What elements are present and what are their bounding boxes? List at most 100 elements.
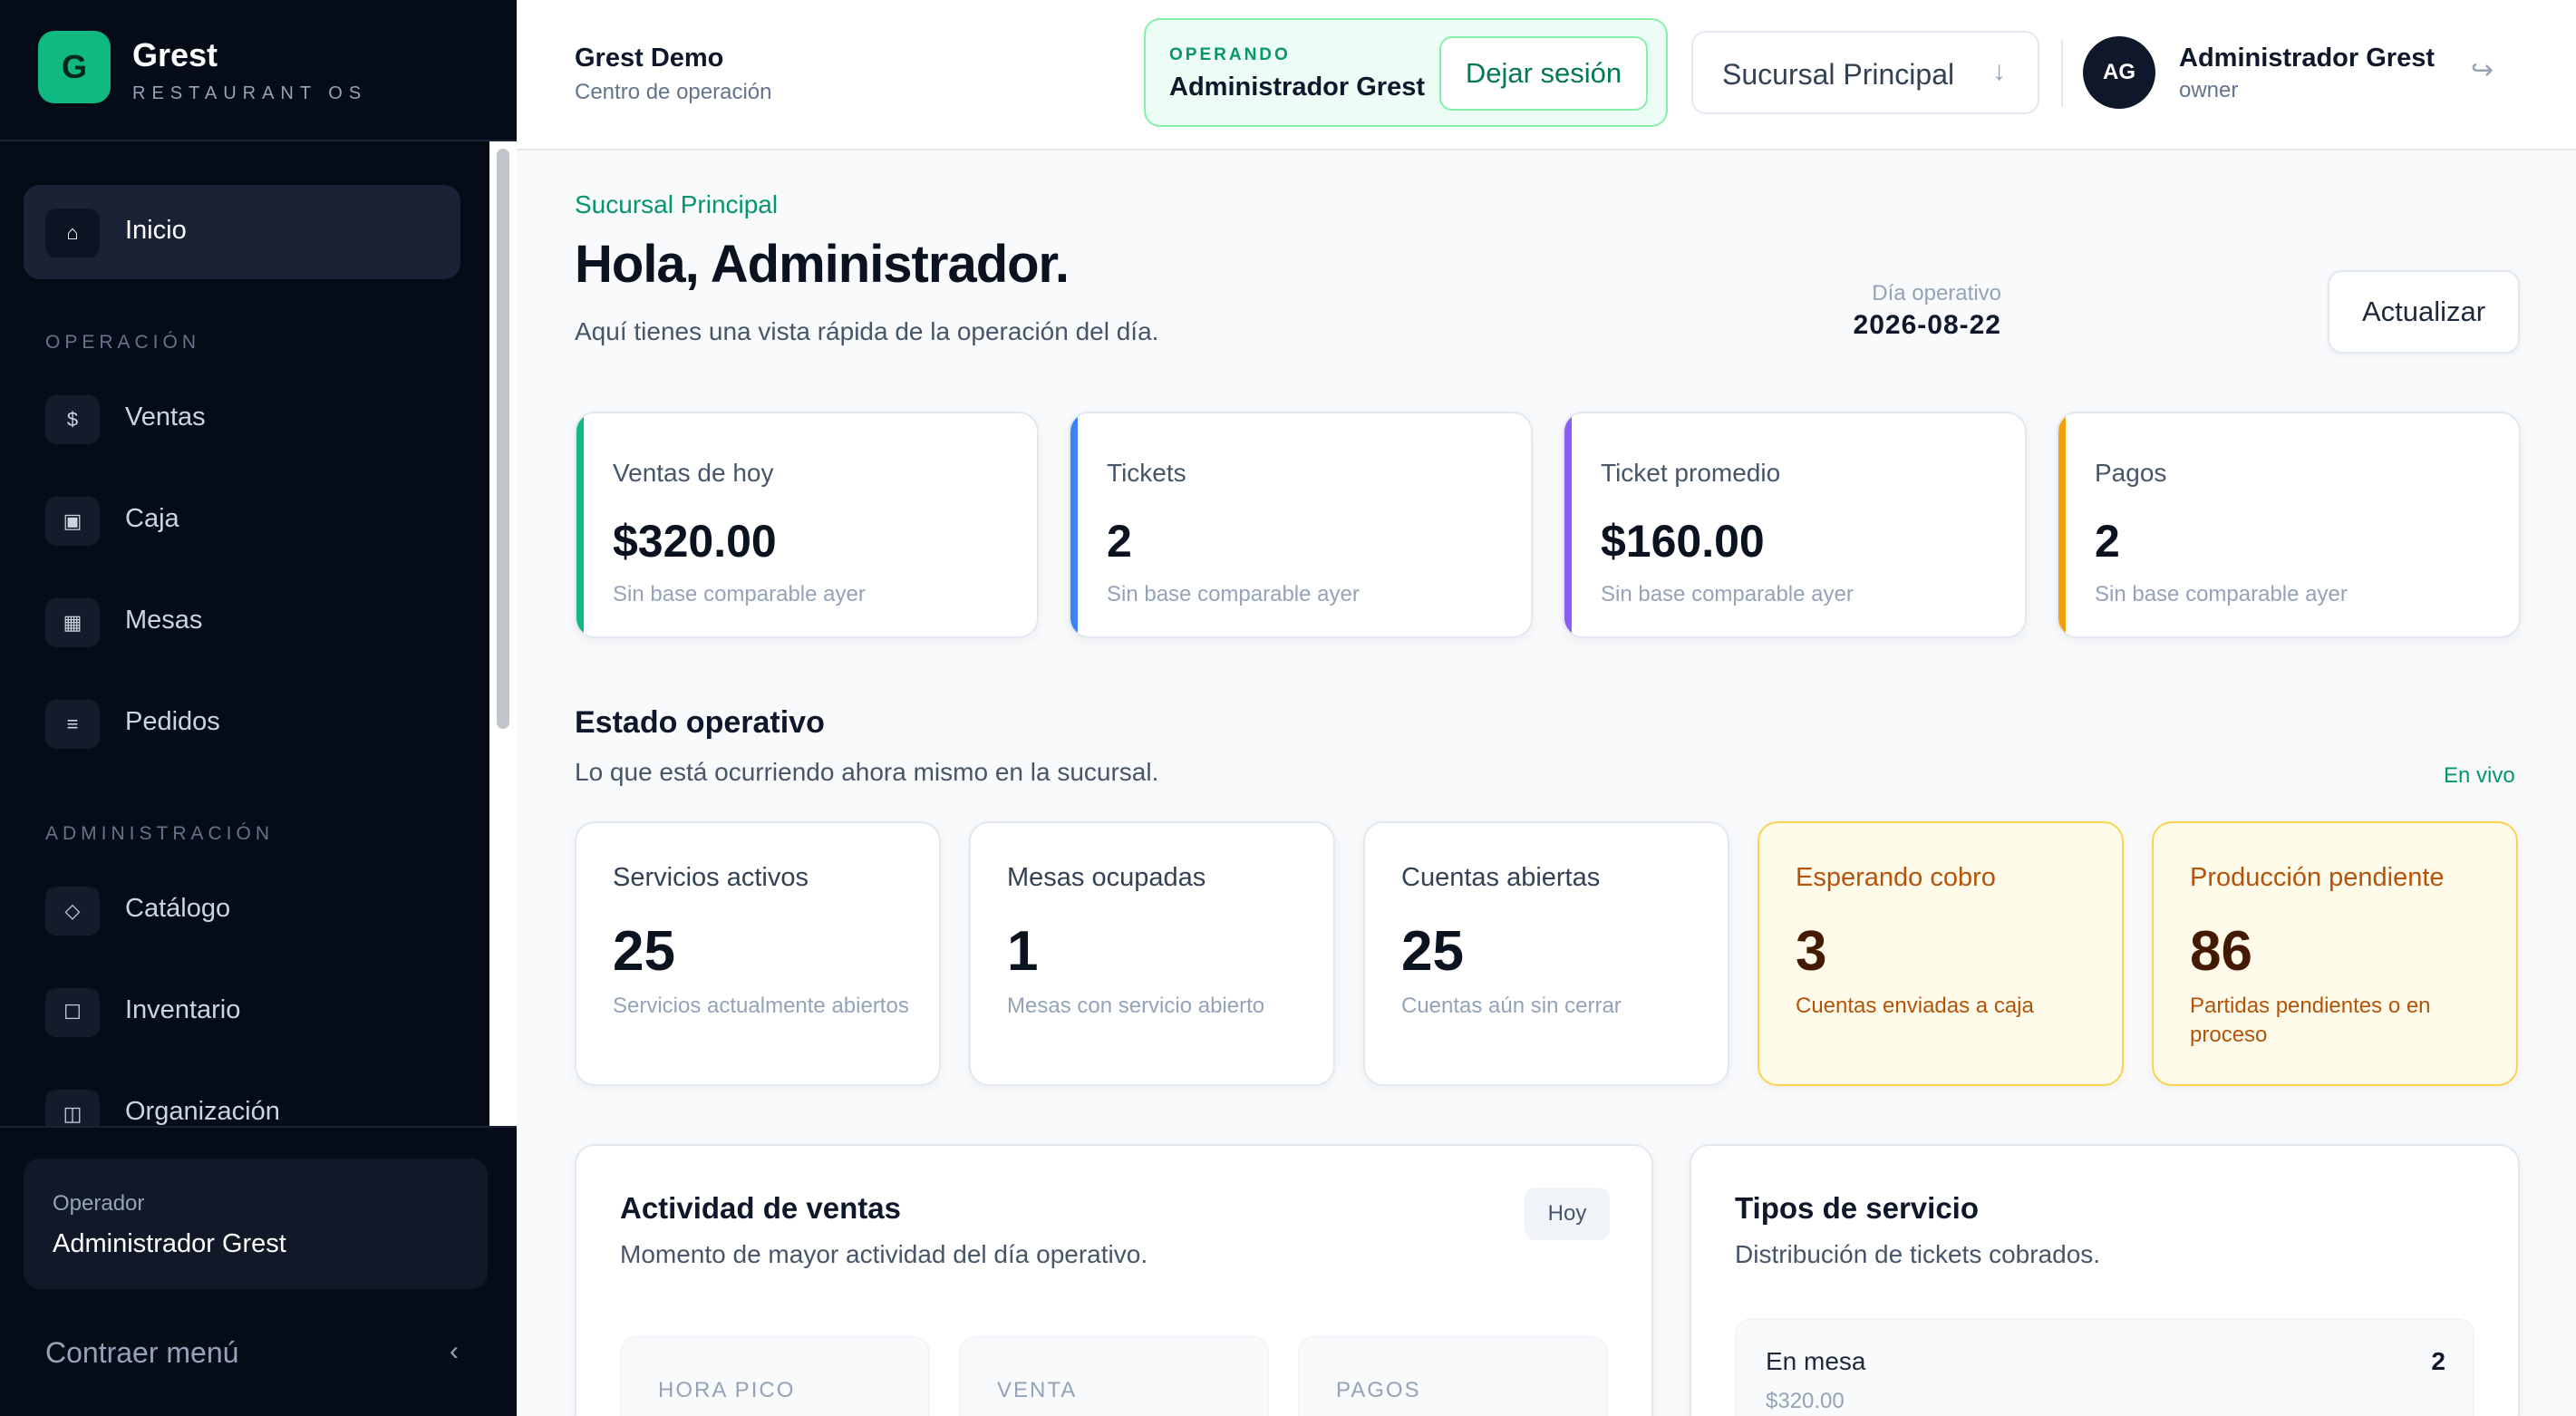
sidebar-item-label: Inventario	[125, 995, 241, 1024]
sidebar-item-label: Inicio	[125, 216, 187, 245]
status-value: 3	[1796, 920, 1827, 983]
kpi-value: 2	[2095, 516, 2120, 567]
sidebar-nav: ⌂ Inicio OPERACIÓN $ Ventas ▣ Caja ▦ Mes…	[0, 141, 489, 1126]
status-card-mesas: Mesas ocupadas 1 Mesas con servicio abie…	[969, 821, 1335, 1086]
kpi-accent-bar	[2058, 413, 2066, 636]
status-card-cuentas: Cuentas abiertas 25 Cuentas aún sin cerr…	[1363, 821, 1729, 1086]
arrow-down-icon: ↓	[1992, 56, 2006, 86]
live-badge: En vivo	[2444, 763, 2515, 788]
sales-activity-panel: Actividad de ventas Momento de mayor act…	[575, 1144, 1653, 1416]
branch-eyebrow: Sucursal Principal	[575, 190, 779, 218]
status-value: 1	[1007, 920, 1039, 983]
today-badge[interactable]: Hoy	[1525, 1188, 1610, 1240]
kpi-accent-bar	[1070, 413, 1078, 636]
kpi-card-ventas: Ventas de hoy $320.00 Sin base comparabl…	[575, 412, 1039, 638]
leave-session-button[interactable]: Dejar sesión	[1439, 36, 1648, 111]
kpi-label: Ticket promedio	[1601, 459, 1781, 487]
brand-header: G Grest RESTAURANT OS	[0, 0, 517, 141]
status-note: Mesas con servicio abierto	[1007, 994, 1265, 1018]
panel-title: Actividad de ventas	[620, 1191, 901, 1225]
operating-day-value: 2026-08-22	[1853, 310, 2001, 340]
kpi-label: Tickets	[1107, 459, 1186, 487]
status-card-produccion: Producción pendiente 86 Partidas pendien…	[2152, 821, 2518, 1086]
operating-session-box: OPERANDO Administrador Grest Dejar sesió…	[1144, 18, 1668, 127]
page-title: Hola, Administrador.	[575, 235, 1070, 294]
sidebar-item-label: Caja	[125, 504, 179, 533]
kpi-accent-bar	[1564, 413, 1572, 636]
brand-name: Grest	[132, 36, 218, 73]
status-label: Esperando cobro	[1796, 863, 1996, 892]
status-label: Cuentas abiertas	[1401, 863, 1601, 892]
status-label: Producción pendiente	[2190, 863, 2445, 892]
sidebar-item-label: Pedidos	[125, 707, 220, 736]
kpi-card-tickets: Tickets 2 Sin base comparable ayer	[1069, 412, 1533, 638]
sidebar-scrollbar[interactable]	[489, 141, 517, 1126]
kpi-value: 2	[1107, 516, 1132, 567]
status-value: 25	[1401, 920, 1464, 983]
nav-section-operation: OPERACIÓN	[45, 332, 201, 353]
metric-label: PAGOS	[1336, 1378, 1421, 1402]
status-label: Servicios activos	[613, 863, 809, 892]
sidebar-footer: Operador Administrador Grest Contraer me…	[0, 1126, 517, 1416]
kpi-value: $320.00	[613, 516, 777, 567]
nav-section-admin: ADMINISTRACIÓN	[45, 823, 275, 844]
status-label: Mesas ocupadas	[1007, 863, 1206, 892]
operating-day-label: Día operativo	[1872, 281, 2001, 306]
metric-tile-hora-pico: HORA PICO	[620, 1336, 930, 1416]
sidebar-item-ventas[interactable]: $ Ventas	[24, 372, 460, 466]
service-name: En mesa	[1766, 1347, 1866, 1375]
sidebar: G Grest RESTAURANT OS ⌂ Inicio OPERACIÓN…	[0, 0, 517, 1416]
user-role: owner	[2179, 78, 2239, 102]
building-icon: ◫	[45, 1090, 100, 1126]
cash-register-icon: ▣	[45, 497, 100, 546]
collapse-menu-button[interactable]: Contraer menú	[45, 1336, 238, 1370]
chevron-left-icon[interactable]: ‹	[450, 1336, 459, 1367]
table-icon: ▦	[45, 598, 100, 647]
operating-user-name: Administrador Grest	[1169, 73, 1425, 102]
status-note: Partidas pendientes o en proceso	[2190, 994, 2431, 1047]
sidebar-item-label: Mesas	[125, 606, 203, 635]
operator-name: Administrador Grest	[53, 1229, 286, 1258]
metric-tile-venta: VENTA	[959, 1336, 1269, 1416]
org-name: Grest Demo	[575, 44, 724, 73]
sidebar-item-mesas[interactable]: ▦ Mesas	[24, 575, 460, 669]
home-icon: ⌂	[45, 209, 100, 257]
sidebar-item-catalogo[interactable]: ◇ Catálogo	[24, 863, 460, 957]
kpi-label: Pagos	[2095, 459, 2167, 487]
user-name: Administrador Grest	[2179, 44, 2435, 73]
metric-label: VENTA	[997, 1378, 1078, 1402]
brand-logo: G	[38, 31, 111, 103]
metric-label: HORA PICO	[658, 1378, 796, 1402]
org-subtitle: Centro de operación	[575, 80, 772, 104]
panel-title: Tipos de servicio	[1735, 1191, 1979, 1225]
dollar-icon: $	[45, 395, 100, 444]
sidebar-item-label: Catálogo	[125, 894, 231, 923]
kpi-note: Sin base comparable ayer	[1107, 582, 1360, 606]
topbar-divider	[2061, 40, 2063, 107]
list-item: En mesa 2 $320.00	[1735, 1318, 2474, 1416]
sidebar-item-organizacion[interactable]: ◫ Organización	[24, 1066, 460, 1126]
service-count: 2	[2431, 1347, 2445, 1375]
sidebar-item-inicio[interactable]: ⌂ Inicio	[24, 185, 460, 279]
avatar[interactable]: AG	[2083, 36, 2155, 109]
kpi-accent-bar	[576, 413, 584, 636]
page-subtitle: Aquí tienes una vista rápida de la opera…	[575, 317, 1159, 345]
sidebar-item-pedidos[interactable]: ≡ Pedidos	[24, 676, 460, 771]
sidebar-scrollbar-thumb[interactable]	[497, 149, 509, 729]
sidebar-item-caja[interactable]: ▣ Caja	[24, 473, 460, 567]
kpi-card-pagos: Pagos 2 Sin base comparable ayer	[2057, 412, 2521, 638]
branch-select[interactable]: Sucursal Principal ↓	[1691, 31, 2039, 114]
status-value: 25	[613, 920, 675, 983]
operator-card: Operador Administrador Grest	[24, 1159, 488, 1289]
box-icon: ☐	[45, 988, 100, 1037]
status-section-title: Estado operativo	[575, 705, 825, 740]
status-note: Cuentas enviadas a caja	[1796, 994, 2034, 1018]
sidebar-item-inventario[interactable]: ☐ Inventario	[24, 965, 460, 1059]
kpi-label: Ventas de hoy	[613, 459, 774, 487]
service-types-panel: Tipos de servicio Distribución de ticket…	[1690, 1144, 2520, 1416]
brand-tagline: RESTAURANT OS	[132, 83, 368, 103]
logout-icon[interactable]: ↪	[2471, 54, 2494, 86]
status-card-servicios: Servicios activos 25 Servicios actualmen…	[575, 821, 941, 1086]
refresh-button[interactable]: Actualizar	[2328, 270, 2520, 354]
status-section-subtitle: Lo que está ocurriendo ahora mismo en la…	[575, 758, 1159, 786]
